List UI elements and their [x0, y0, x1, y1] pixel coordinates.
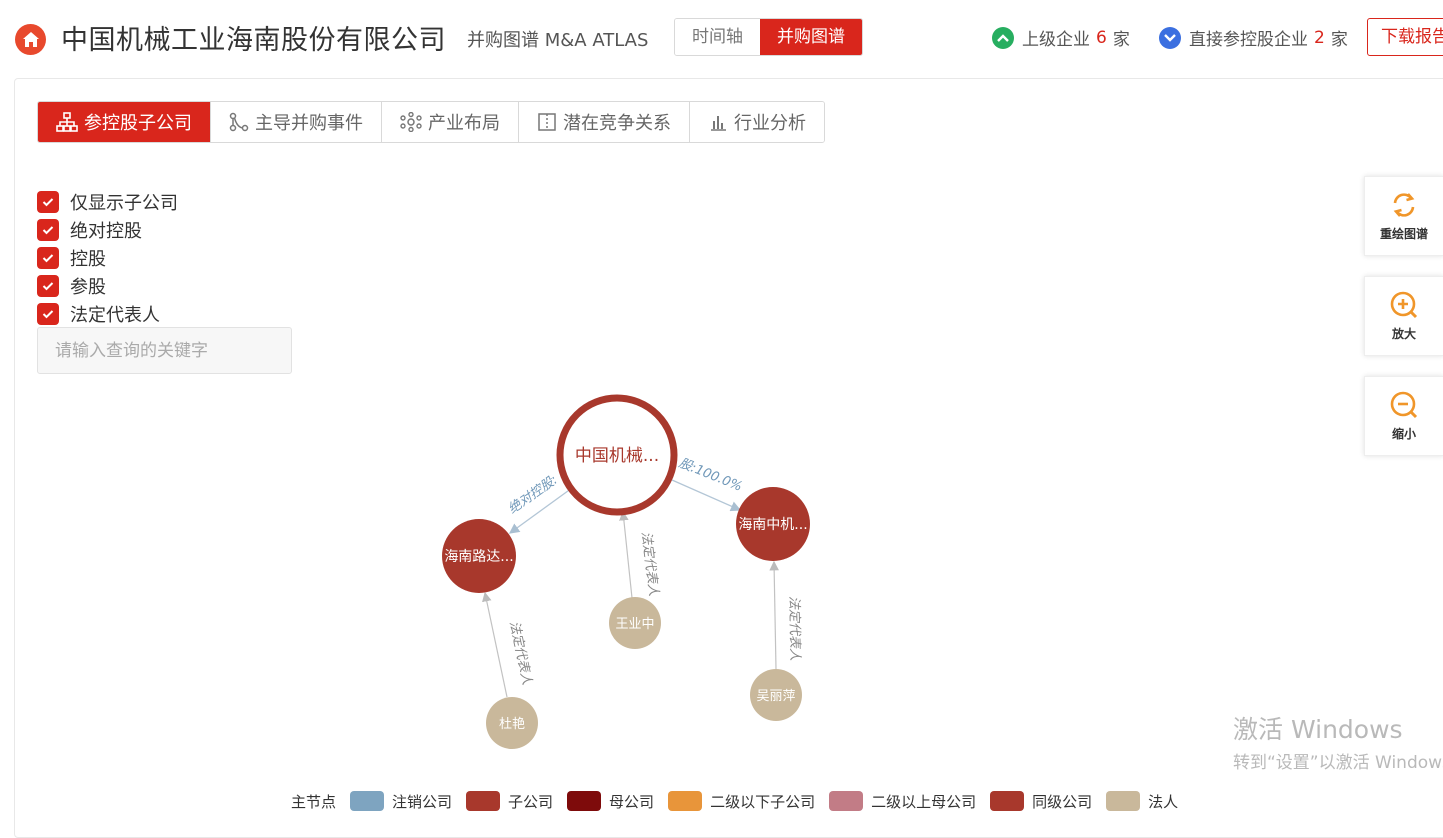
legal-person-node[interactable]: 杜艳: [486, 697, 538, 749]
legend-swatch: [829, 791, 864, 811]
subsidiary-node-label: 海南中机...: [738, 517, 807, 533]
legend-item-sibling[interactable]: 同级公司: [990, 791, 1092, 812]
edge-person1-to-main: [619, 510, 633, 599]
legend-label: 同级公司: [1032, 792, 1093, 811]
legend-label: 二级以下子公司: [710, 792, 816, 811]
edge-label-person2: 法定代表人: [506, 620, 535, 687]
watermark-title: 激活 Windows: [1233, 715, 1403, 744]
legend-swatch: [990, 791, 1025, 811]
edge-label-person3: 法定代表人: [786, 596, 803, 661]
legend-item-parent[interactable]: 母公司: [567, 791, 654, 812]
watermark-subtitle: 转到“设置”以激活 Windows。: [1233, 753, 1443, 773]
legend-item-subsidiary[interactable]: 子公司: [466, 791, 553, 812]
edge-label-main-sub1: 绝对控股:: [505, 472, 560, 517]
legend-swatch: [668, 791, 703, 811]
edge-label-person1: 法定代表人: [638, 531, 662, 597]
legend-label: 子公司: [508, 792, 554, 811]
legend-item-upper-parent[interactable]: 二级以上母公司: [829, 791, 976, 812]
legal-person-node[interactable]: 吴丽萍: [750, 669, 802, 721]
ma-graph-canvas[interactable]: 绝对控股: 股:100.0% 法定代表人 法定代表人 法定代表人 中国机械...…: [0, 0, 1443, 814]
windows-activation-watermark: 激活 Windows 转到“设置”以激活 Windows。: [1233, 710, 1443, 773]
subsidiary-node[interactable]: 海南中机...: [736, 487, 810, 561]
legend-swatch: [350, 791, 385, 811]
legend-swatch: [567, 791, 602, 811]
subsidiary-node-label: 海南路达...: [444, 549, 513, 565]
legal-person-label: 王业中: [615, 617, 654, 632]
legal-person-label: 吴丽萍: [756, 689, 795, 704]
legend-label: 母公司: [609, 792, 655, 811]
legend-label: 二级以上母公司: [871, 792, 977, 811]
subsidiary-node[interactable]: 海南路达...: [442, 519, 516, 593]
edge-person3-to-sub2: [769, 560, 779, 670]
main-node-label: 中国机械...: [575, 446, 659, 466]
legal-person-node[interactable]: 王业中: [609, 597, 661, 649]
legend-label: 注销公司: [392, 792, 453, 811]
legend-label: 法人: [1148, 792, 1179, 811]
legend-main-node-label: 主节点: [291, 792, 337, 811]
legend-item-lower-subsidiary[interactable]: 二级以下子公司: [668, 791, 815, 812]
legal-person-label: 杜艳: [499, 716, 525, 732]
legend-swatch: [466, 791, 501, 811]
legend-item-cancelled[interactable]: 注销公司: [350, 791, 452, 812]
main-node[interactable]: 中国机械...: [556, 394, 678, 516]
edge-label-main-sub2: 股:100.0%: [677, 456, 745, 495]
graph-legend: 主节点 注销公司 子公司 母公司 二级以下子公司 二级以上母公司 同级公司 法人: [291, 789, 1192, 813]
legend-swatch: [1106, 791, 1141, 811]
legend-item-legal-person[interactable]: 法人: [1106, 791, 1178, 812]
edge-person2-to-sub1: [482, 591, 508, 698]
